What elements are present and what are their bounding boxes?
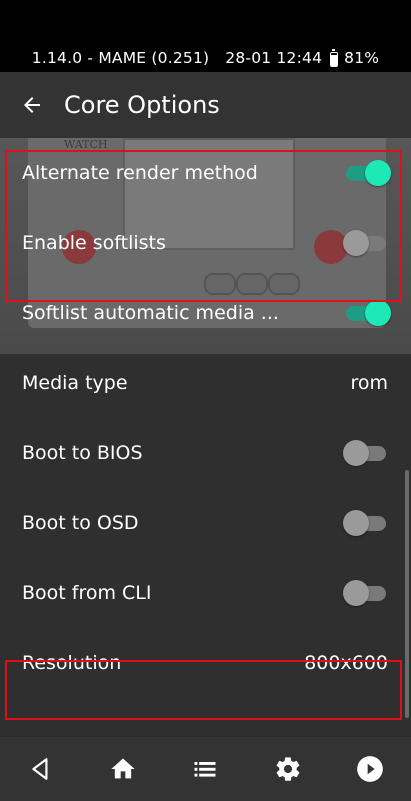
option-label: Softlist automatic media ...: [22, 302, 279, 324]
toggle-switch[interactable]: [343, 229, 391, 257]
gear-icon: [276, 757, 300, 781]
back-icon: [32, 758, 48, 780]
option-label: Boot to BIOS: [22, 442, 143, 464]
toggle-switch[interactable]: [343, 439, 391, 467]
toggle-switch[interactable]: [343, 509, 391, 537]
nav-play-button[interactable]: [340, 737, 400, 801]
toggle-switch[interactable]: [343, 159, 391, 187]
option-value: rom: [350, 372, 388, 394]
nav-settings-button[interactable]: [258, 737, 318, 801]
option-label: Enable softlists: [22, 232, 166, 254]
nav-back-button[interactable]: [11, 737, 71, 801]
option-value: 800x600: [304, 652, 388, 674]
option-label: Resolution: [22, 652, 122, 674]
status-bar: 1.14.0 - MAME (0.251) 28-01 12:44 81%: [0, 0, 411, 72]
bottom-nav: [0, 736, 411, 801]
options-list[interactable]: WATCH Alternate render method Enable sof…: [0, 138, 411, 736]
toggle-switch[interactable]: [343, 579, 391, 607]
option-enable-softlists[interactable]: Enable softlists: [0, 208, 411, 278]
play-icon: [357, 756, 383, 782]
option-label: Alternate render method: [22, 162, 258, 184]
nav-list-button[interactable]: [175, 737, 235, 801]
toggle-switch[interactable]: [343, 299, 391, 327]
battery-icon: [330, 49, 339, 67]
list-icon: [194, 762, 216, 777]
option-boot-from-cli[interactable]: Boot from CLI: [0, 558, 411, 628]
option-resolution[interactable]: Resolution 800x600: [0, 628, 411, 698]
option-boot-to-osd[interactable]: Boot to OSD: [0, 488, 411, 558]
arrow-left-icon: [24, 97, 40, 113]
option-rows: Alternate render method Enable softlists…: [0, 138, 411, 698]
option-boot-to-bios[interactable]: Boot to BIOS: [0, 418, 411, 488]
datetime: 28-01 12:44: [225, 49, 323, 67]
option-label: Boot from CLI: [22, 582, 152, 604]
app-version: 1.14.0 - MAME (0.251): [31, 49, 210, 67]
option-media-type[interactable]: Media type rom: [0, 348, 411, 418]
option-softlist-automatic-media[interactable]: Softlist automatic media ...: [0, 278, 411, 348]
battery-level: 81%: [344, 49, 380, 67]
nav-home-button[interactable]: [93, 737, 153, 801]
app-bar: Core Options: [0, 72, 411, 138]
back-button[interactable]: [0, 72, 64, 138]
scrollbar[interactable]: [405, 470, 409, 718]
option-label: Media type: [22, 372, 128, 394]
page-title: Core Options: [64, 91, 220, 119]
home-icon: [111, 758, 135, 779]
option-alternate-render[interactable]: Alternate render method: [0, 138, 411, 208]
option-label: Boot to OSD: [22, 512, 139, 534]
